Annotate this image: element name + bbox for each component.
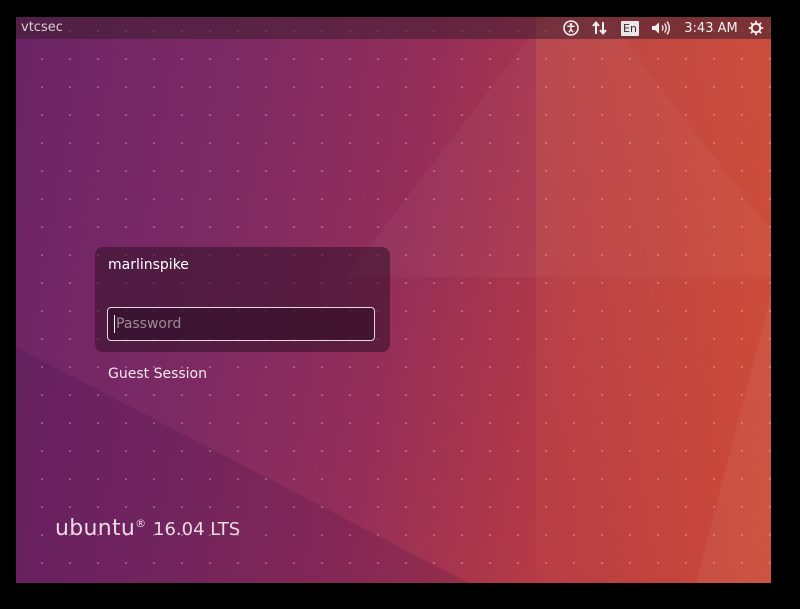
text-caret — [114, 315, 115, 333]
power-icon[interactable] — [745, 17, 767, 39]
wallpaper-facet — [16, 347, 476, 583]
wallpaper-facet — [536, 17, 771, 583]
username-label[interactable]: marlinspike — [108, 257, 189, 273]
hostname-label: vtcsec — [21, 20, 63, 35]
clock[interactable]: 3:43 AM — [682, 17, 740, 39]
top-panel: vtcsec En 3:43 AM — [16, 17, 771, 39]
keyboard-layout-label: En — [621, 20, 639, 36]
desktop-greeter: vtcsec En 3:43 AM marlinspike Guest Sess… — [16, 17, 771, 583]
ubuntu-wordmark: ubuntu — [55, 516, 136, 541]
network-icon[interactable] — [588, 17, 612, 39]
login-box: marlinspike — [95, 247, 390, 352]
sound-icon[interactable] — [648, 17, 674, 39]
keyboard-layout-indicator[interactable]: En — [620, 17, 640, 39]
password-input[interactable] — [107, 307, 375, 341]
guest-session-link[interactable]: Guest Session — [108, 366, 207, 382]
wallpaper-facet — [346, 17, 771, 277]
accessibility-icon[interactable] — [560, 17, 582, 39]
os-version-label: 16.04 LTS — [153, 519, 241, 540]
ubuntu-circle-mark: ® — [135, 517, 147, 530]
ubuntu-logo: ubuntu® — [55, 516, 146, 541]
wallpaper-facet — [696, 277, 771, 583]
